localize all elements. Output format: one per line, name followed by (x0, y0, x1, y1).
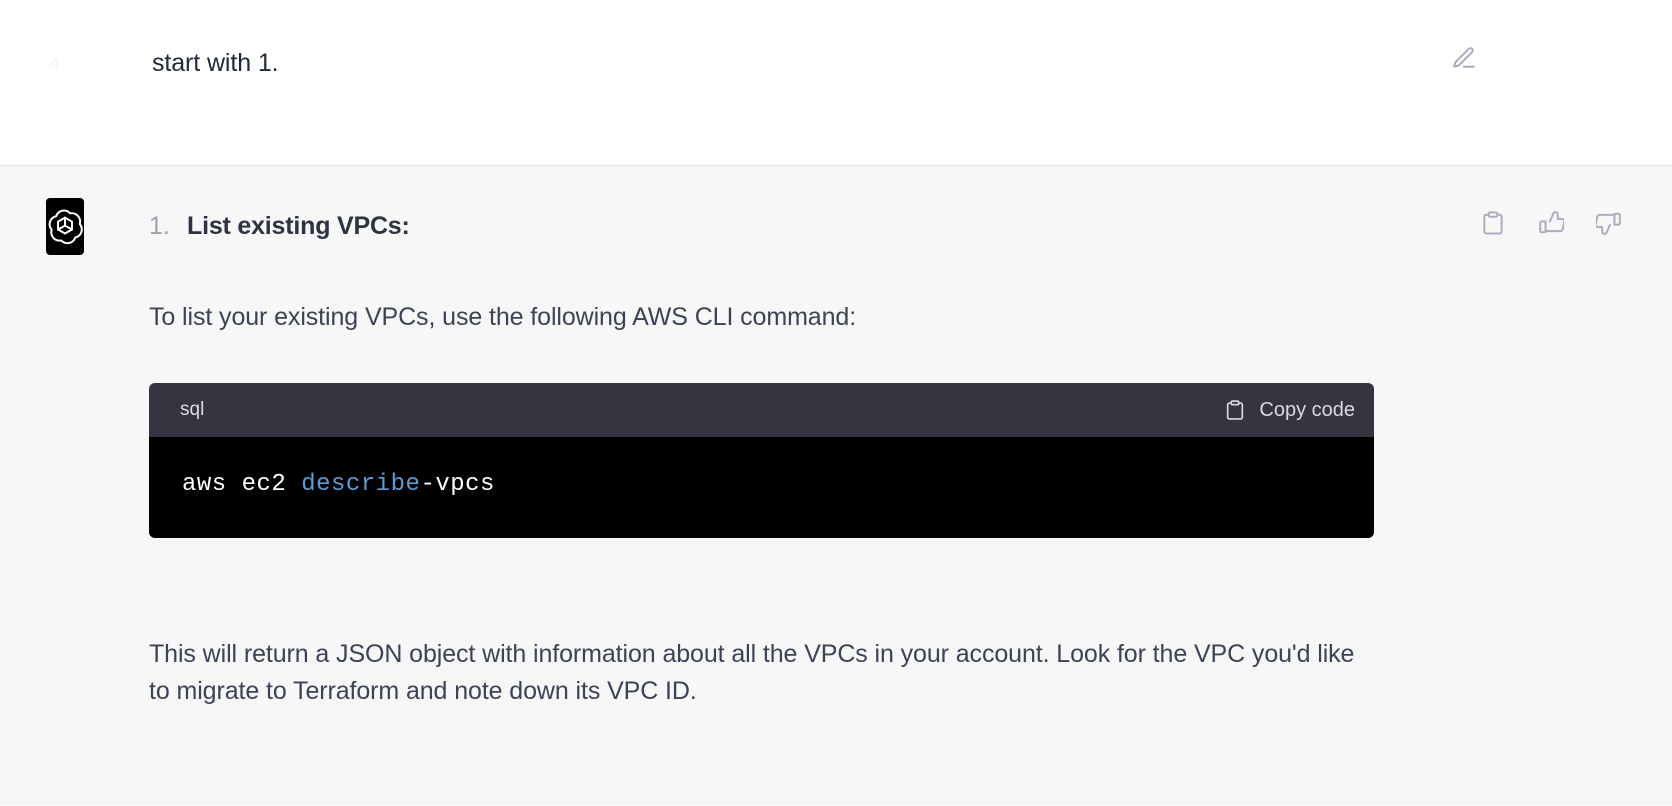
assistant-action-bar (1480, 210, 1622, 236)
edit-pencil-square-icon[interactable] (1451, 45, 1477, 71)
assistant-message-content: 1. List existing VPCs: To list your exis… (149, 166, 1379, 735)
code-keyword: describe (301, 471, 421, 498)
copy-icon[interactable] (1480, 210, 1506, 236)
user-message-text: start with 1. (152, 49, 279, 77)
openai-logo-avatar (46, 198, 84, 255)
code-block-header: sql Copy code (149, 383, 1374, 437)
list-item-marker: 1. (149, 212, 170, 240)
copy-code-button[interactable]: Copy code (1224, 399, 1355, 422)
list-item-title: List existing VPCs: (187, 212, 410, 240)
edit-message-button[interactable] (1451, 45, 1477, 71)
assistant-avatar-column (0, 166, 84, 735)
thumbs-down-icon[interactable] (1596, 210, 1622, 236)
code-block: sql Copy code aws ec2 describe-vpcs (149, 383, 1374, 538)
thumbs-up-icon[interactable] (1538, 210, 1564, 236)
user-message-content: start with 1. (152, 0, 279, 92)
user-head-profile-avatar (50, 59, 58, 69)
clipboard-icon (1224, 399, 1246, 421)
ordered-list-item: 1. List existing VPCs: (149, 166, 1379, 243)
code-line: aws ec2 describe-vpcs (182, 470, 1341, 500)
user-avatar-column (0, 0, 60, 92)
intro-paragraph: To list your existing VPCs, use the foll… (149, 303, 857, 331)
user-message-block: start with 1. (0, 0, 1672, 166)
assistant-message-block: 1. List existing VPCs: To list your exis… (0, 166, 1672, 805)
code-prefix: aws ec2 (182, 471, 302, 498)
code-block-body[interactable]: aws ec2 describe-vpcs (149, 437, 1374, 538)
code-suffix: -vpcs (420, 471, 495, 498)
code-language-label: sql (180, 399, 205, 420)
outro-paragraph: This will return a JSON object with info… (149, 640, 1355, 705)
chat-transcript: start with 1. 1. List existing VPCs: To … (0, 0, 1672, 806)
copy-code-label: Copy code (1259, 398, 1355, 421)
